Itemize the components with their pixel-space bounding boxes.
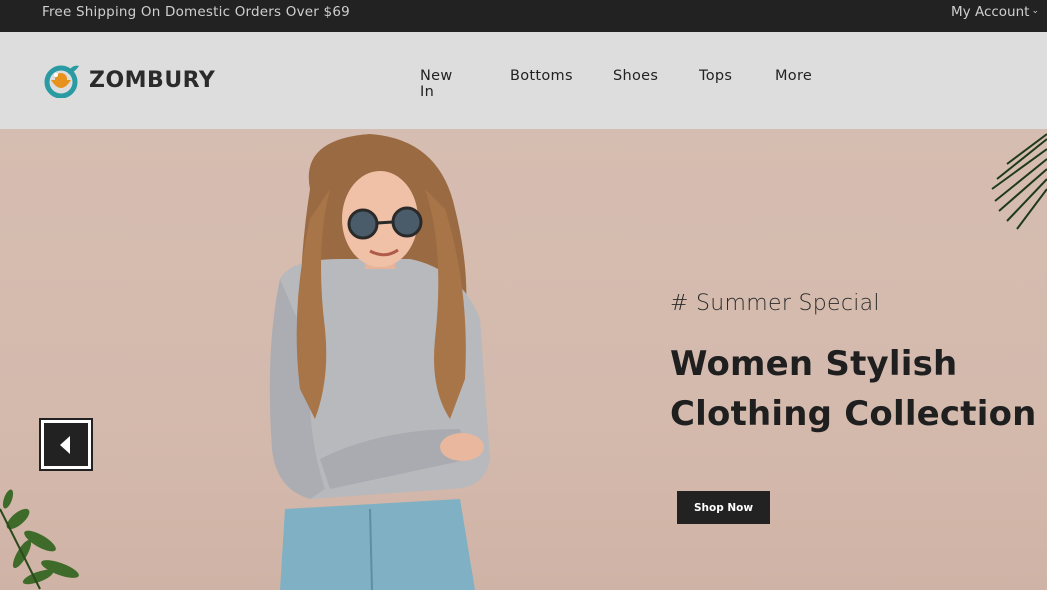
slider-prev-button[interactable] (39, 418, 93, 471)
my-account-label: My Account (951, 4, 1030, 20)
site-logo[interactable]: ZOMBURY (43, 62, 215, 98)
chevron-down-icon: ⌄ (1031, 6, 1039, 16)
my-account-menu[interactable]: My Account ⌄ (951, 4, 1039, 20)
model-photo (269, 134, 490, 590)
logo-wordmark: ZOMBURY (89, 67, 216, 93)
shop-now-button[interactable]: Shop Now (677, 491, 770, 524)
shipping-promo-text: Free Shipping On Domestic Orders Over $6… (42, 4, 350, 20)
nav-item-shoes[interactable]: Shoes (613, 68, 658, 84)
site-header: ZOMBURY New In Bottoms Shoes Tops More (0, 32, 1047, 129)
nav-item-new-in[interactable]: New In (420, 68, 453, 100)
plant-leaves-image (0, 489, 79, 590)
palm-leaf-image (991, 133, 1047, 230)
hero-tagline: # Summer Special (670, 291, 880, 316)
arrow-left-icon (60, 435, 70, 454)
nav-item-bottoms[interactable]: Bottoms (510, 68, 573, 84)
top-bar: Free Shipping On Domestic Orders Over $6… (0, 0, 1047, 32)
nav-item-tops[interactable]: Tops (699, 68, 732, 84)
hero-headline-line-1: Women Stylish (670, 344, 958, 384)
hero-headline-line-2: Clothing Collection (670, 394, 1037, 434)
logo-icon (44, 65, 79, 98)
nav-item-more[interactable]: More (775, 68, 812, 84)
hero-headline: Women Stylish Clothing Collection (670, 339, 1037, 439)
hero-banner: # Summer Special Women Stylish Clothing … (0, 129, 1047, 590)
